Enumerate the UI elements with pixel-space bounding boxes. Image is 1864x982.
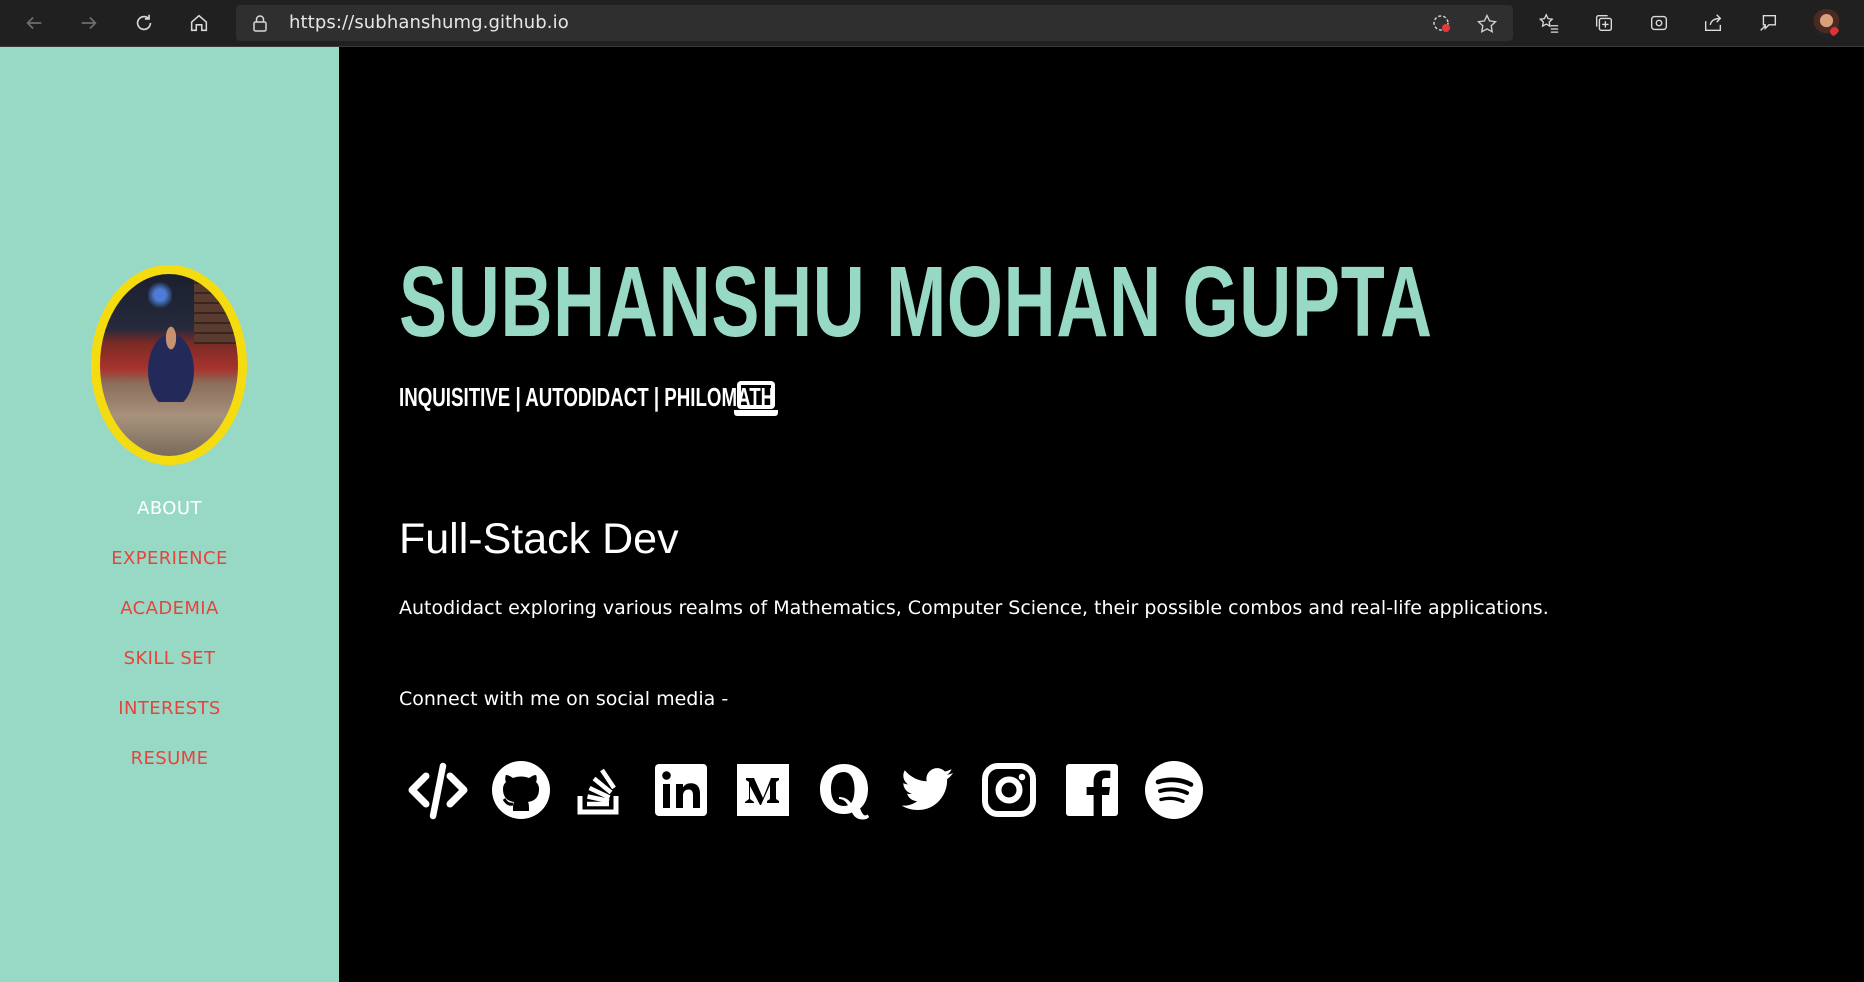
nav-item-experience[interactable]: EXPERIENCE: [0, 548, 339, 569]
role-heading: Full-Stack Dev: [399, 515, 679, 563]
medium-icon[interactable]: [732, 759, 794, 821]
laptop-icon: [734, 381, 778, 416]
refresh-icon[interactable]: [127, 8, 161, 38]
connect-text: Connect with me on social media -: [399, 688, 729, 710]
profile-photo: [100, 274, 238, 456]
twitter-icon[interactable]: [896, 759, 958, 821]
bio-text: Autodidact exploring various realms of M…: [399, 597, 1549, 619]
tagline: INQUISITIVE | AUTODIDACT | PHILOMATH: [399, 382, 775, 412]
favorites-list-icon[interactable]: [1536, 10, 1562, 36]
main-content: SUBHANSHU MOHAN GUPTA INQUISITIVE | AUTO…: [339, 47, 1864, 982]
feedback-icon[interactable]: [1755, 10, 1781, 36]
nav-item-resume[interactable]: RESUME: [0, 748, 339, 769]
linkedin-icon[interactable]: [650, 759, 712, 821]
profile-avatar[interactable]: [1812, 9, 1841, 38]
avatar: [91, 265, 247, 465]
facebook-icon[interactable]: [1061, 759, 1123, 821]
page-title: SUBHANSHU MOHAN GUPTA: [399, 246, 1433, 358]
nav-item-skill-set[interactable]: SKILL SET: [0, 648, 339, 669]
browser-toolbar: https://subhanshumg.github.io: [0, 0, 1864, 47]
share-icon[interactable]: [1700, 10, 1726, 36]
sidebar: ABOUT EXPERIENCE ACADEMIA SKILL SET INTE…: [0, 47, 339, 982]
code-icon[interactable]: [407, 759, 469, 821]
nav-item-interests[interactable]: INTERESTS: [0, 698, 339, 719]
url-text[interactable]: https://subhanshumg.github.io: [289, 12, 569, 33]
collections-icon[interactable]: [1591, 10, 1617, 36]
lock-icon[interactable]: [250, 13, 270, 33]
github-icon[interactable]: [490, 759, 552, 821]
forward-arrow-icon[interactable]: [72, 8, 106, 38]
back-arrow-icon[interactable]: [17, 8, 51, 38]
home-icon[interactable]: [182, 8, 216, 38]
stackoverflow-icon[interactable]: [569, 759, 631, 821]
tracking-prevention-icon[interactable]: [1431, 13, 1453, 35]
nav-item-academia[interactable]: ACADEMIA: [0, 598, 339, 619]
address-bar[interactable]: https://subhanshumg.github.io: [236, 5, 1513, 41]
quora-icon[interactable]: [813, 759, 875, 821]
extensions-icon[interactable]: [1646, 10, 1672, 36]
nav-item-about[interactable]: ABOUT: [0, 498, 339, 519]
favorite-star-icon[interactable]: [1476, 13, 1498, 35]
spotify-icon[interactable]: [1143, 759, 1205, 821]
instagram-icon[interactable]: [978, 759, 1040, 821]
